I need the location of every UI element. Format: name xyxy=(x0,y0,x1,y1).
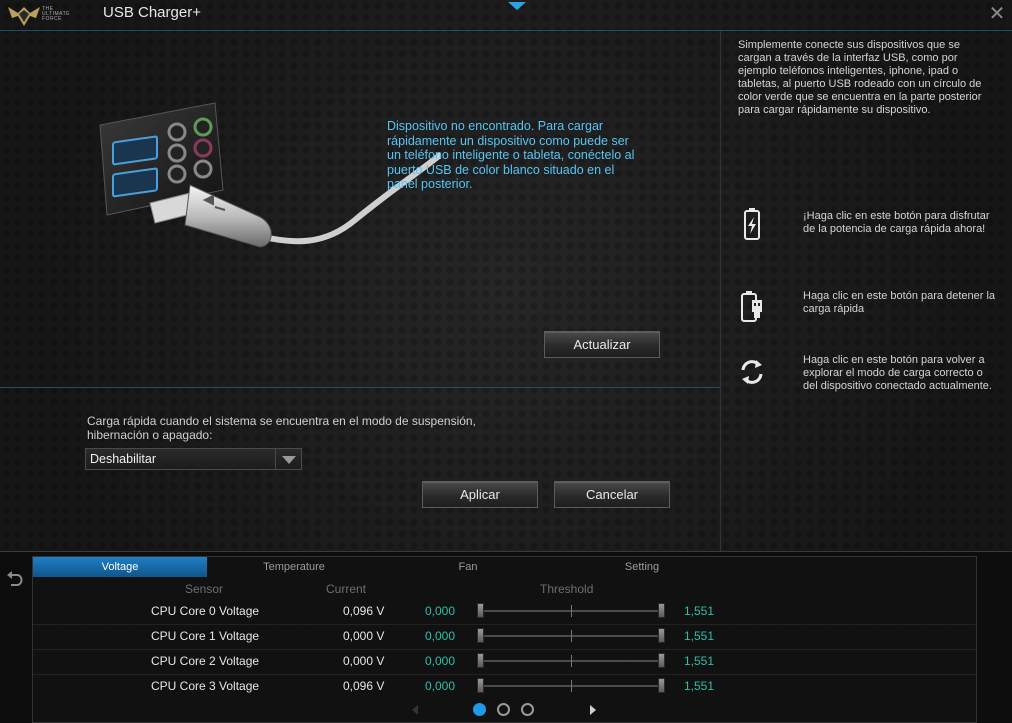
previous-page-icon[interactable] xyxy=(412,705,418,715)
slider-track xyxy=(481,685,663,687)
current-value: 0,096 V xyxy=(343,679,385,693)
sensor-name: CPU Core 0 Voltage xyxy=(151,604,260,618)
threshold-slider[interactable] xyxy=(477,603,667,619)
tab-voltage[interactable]: Voltage xyxy=(33,557,207,577)
current-value: 0,000 V xyxy=(343,629,385,643)
next-page-icon[interactable] xyxy=(590,705,596,715)
pull-down-arrow-icon[interactable] xyxy=(508,2,526,10)
help-charge-text: ¡Haga clic en este botón para disfrutar … xyxy=(803,210,990,235)
slider-track xyxy=(481,660,663,662)
slider-high-handle[interactable] xyxy=(658,628,665,643)
threshold-high-value: 1,551 xyxy=(684,629,715,643)
table-row: CPU Core 1 Voltage 0,000 V 0,000 1,551 xyxy=(33,625,976,650)
slider-high-handle[interactable] xyxy=(658,653,665,668)
battery-usb-icon xyxy=(741,291,762,322)
back-arrow-icon[interactable] xyxy=(5,568,27,590)
tab-temperature[interactable]: Temperature xyxy=(207,557,381,577)
apply-button[interactable]: Aplicar xyxy=(422,481,538,508)
logo-text: THE ULTIMATE FORCE xyxy=(42,6,70,22)
slider-high-handle[interactable] xyxy=(658,603,665,618)
current-value: 0,096 V xyxy=(343,604,385,618)
monitor-tabs: Voltage Temperature Fan Setting xyxy=(33,557,976,577)
page-dot-2[interactable] xyxy=(497,703,510,716)
tab-setting[interactable]: Setting xyxy=(555,557,729,577)
page-dot-3[interactable] xyxy=(521,703,534,716)
page-dot-1[interactable] xyxy=(473,703,486,716)
slider-low-handle[interactable] xyxy=(477,678,484,693)
threshold-slider[interactable] xyxy=(477,628,667,644)
slider-center-mark xyxy=(571,605,572,617)
slider-center-mark xyxy=(571,680,572,692)
threshold-high-value: 1,551 xyxy=(684,679,715,693)
column-header-current: Current xyxy=(326,582,367,596)
sensor-name: CPU Core 3 Voltage xyxy=(151,679,260,693)
usb-charger-window: THE ULTIMATE FORCE USB Charger+ ✕ Dispos… xyxy=(0,0,1012,723)
help-rescan-text: Haga clic en este botón para volver a ex… xyxy=(803,354,992,392)
title-bar: THE ULTIMATE FORCE USB Charger+ ✕ xyxy=(0,0,1012,31)
panel-divider xyxy=(720,31,721,551)
slider-track xyxy=(481,635,663,637)
sensor-name: CPU Core 1 Voltage xyxy=(151,629,260,643)
device-status-message: Dispositivo no encontrado. Para cargar r… xyxy=(387,119,635,191)
cancel-button[interactable]: Cancelar xyxy=(554,481,670,508)
slider-low-handle[interactable] xyxy=(477,603,484,618)
table-row: CPU Core 0 Voltage 0,096 V 0,000 1,551 xyxy=(33,600,976,625)
slider-low-handle[interactable] xyxy=(477,628,484,643)
slider-track xyxy=(481,610,663,612)
column-header-threshold: Threshold xyxy=(540,582,594,596)
close-icon[interactable]: ✕ xyxy=(986,3,1008,25)
sensor-name: CPU Core 2 Voltage xyxy=(151,654,260,668)
threshold-slider[interactable] xyxy=(477,678,667,694)
refresh-button[interactable]: Actualizar xyxy=(544,331,660,358)
tab-fan[interactable]: Fan xyxy=(381,557,555,577)
select-value: Deshabilitar xyxy=(90,452,157,466)
slider-center-mark xyxy=(571,655,572,667)
chevron-down-icon[interactable] xyxy=(275,449,301,469)
refresh-icon xyxy=(741,360,763,384)
help-stop-text: Haga clic en este botón para detener la … xyxy=(803,290,996,315)
threshold-low-value: 0,000 xyxy=(425,604,456,618)
threshold-low-value: 0,000 xyxy=(425,679,456,693)
section-divider xyxy=(0,387,720,388)
table-row: CPU Core 3 Voltage 0,096 V 0,000 1,551 xyxy=(33,675,976,700)
slider-high-handle[interactable] xyxy=(658,678,665,693)
app-title: USB Charger+ xyxy=(103,4,201,21)
sleep-charging-label: Carga rápida cuando el sistema se encuen… xyxy=(87,414,476,442)
threshold-slider[interactable] xyxy=(477,653,667,669)
table-row: CPU Core 2 Voltage 0,000 V 0,000 1,551 xyxy=(33,650,976,675)
current-value: 0,000 V xyxy=(343,654,385,668)
threshold-high-value: 1,551 xyxy=(684,604,715,618)
sleep-charging-select[interactable]: Deshabilitar xyxy=(85,448,302,470)
threshold-low-value: 0,000 xyxy=(425,629,456,643)
help-intro-text: Simplemente conecte sus dispositivos que… xyxy=(738,39,982,116)
column-header-sensor: Sensor xyxy=(185,582,224,596)
slider-center-mark xyxy=(571,630,572,642)
slider-low-handle[interactable] xyxy=(477,653,484,668)
threshold-low-value: 0,000 xyxy=(425,654,456,668)
battery-charge-icon xyxy=(744,208,760,240)
threshold-high-value: 1,551 xyxy=(684,654,715,668)
